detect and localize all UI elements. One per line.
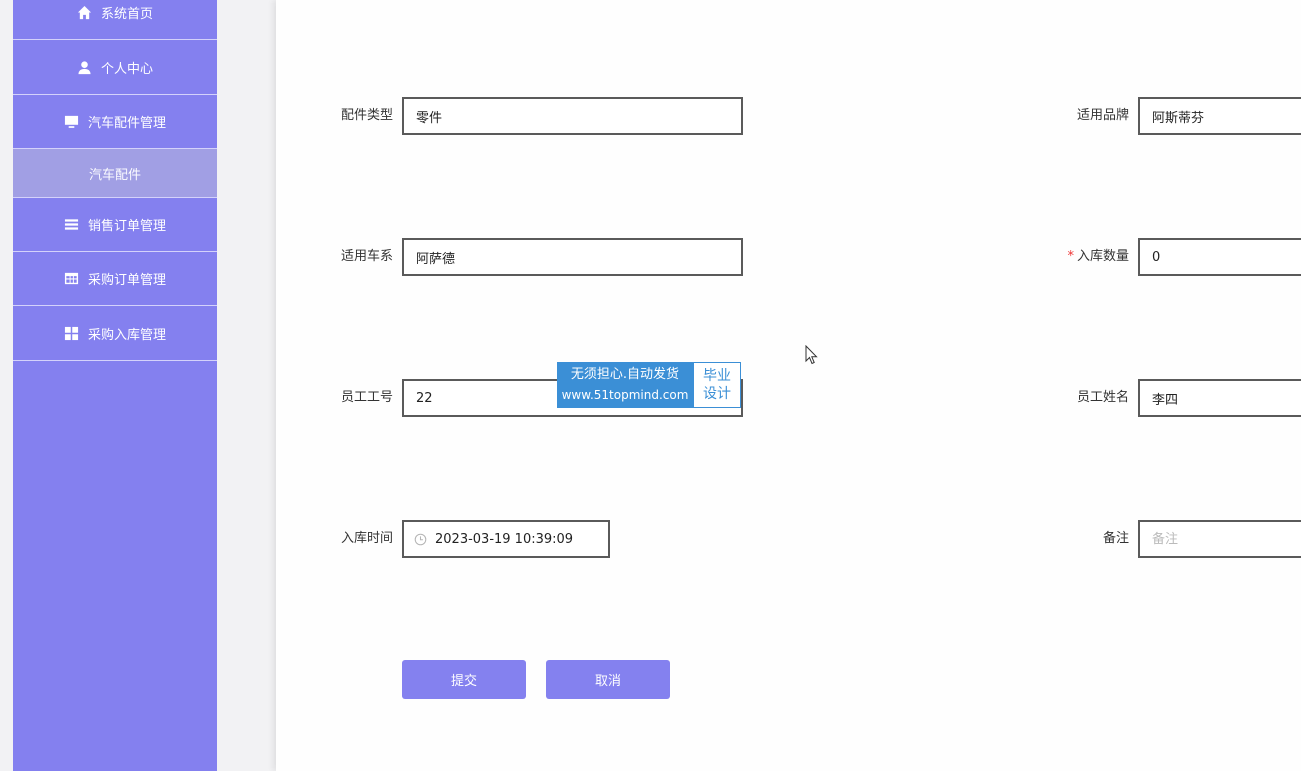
- grid-icon: [64, 326, 79, 341]
- remark-input[interactable]: [1138, 520, 1301, 558]
- sidebar-item-label: 个人中心: [100, 62, 153, 77]
- clock-icon: [414, 533, 427, 545]
- brand-label: 适用品牌: [1076, 108, 1129, 123]
- stock-time-value: 2023-03-19 10:39:09: [435, 531, 574, 547]
- stock-time-picker[interactable]: 2023-03-19 10:39:09: [402, 520, 610, 558]
- quantity-label-text: 入库数量: [1076, 249, 1129, 264]
- watermark-line2: www.51topmind.com: [561, 388, 689, 402]
- sidebar-item-profile[interactable]: 个人中心: [13, 41, 217, 95]
- employee-name-input[interactable]: [1138, 379, 1301, 417]
- stock-time-label: 入库时间: [340, 531, 393, 546]
- home-icon: [77, 5, 92, 20]
- list-icon: [64, 219, 79, 230]
- watermark-logo: 毕业 设计: [693, 362, 741, 408]
- quantity-input[interactable]: [1138, 238, 1301, 276]
- user-icon: [78, 61, 91, 75]
- sidebar-item-label: 汽车配件管理: [87, 116, 166, 131]
- sidebar-item-label: 采购入库管理: [87, 328, 166, 343]
- required-mark: *: [1067, 249, 1074, 264]
- sidebar-item-purchase-stock[interactable]: 采购入库管理: [13, 307, 217, 361]
- watermark-badge-line1: 毕业: [703, 368, 731, 384]
- series-label: 适用车系: [340, 249, 393, 264]
- watermark-badge: 无须担心.自动发货 www.51topmind.com 毕业 设计: [557, 362, 741, 408]
- sidebar-item-home[interactable]: 系统首页: [13, 0, 217, 40]
- watermark-text: 无须担心.自动发货 www.51topmind.com: [557, 362, 693, 408]
- sidebar-item-label: 采购订单管理: [87, 273, 166, 288]
- sidebar-item-label: 销售订单管理: [87, 219, 166, 234]
- submit-button[interactable]: 提交: [402, 660, 526, 699]
- table-icon: [64, 272, 79, 285]
- cancel-button[interactable]: 取消: [546, 660, 670, 699]
- series-input[interactable]: [402, 238, 743, 276]
- employee-no-label: 员工工号: [340, 390, 393, 405]
- remark-label: 备注: [1102, 531, 1129, 546]
- sidebar-item-purchase-orders[interactable]: 采购订单管理: [13, 252, 217, 306]
- sidebar: 系统首页 个人中心 汽车配件管理 汽车配件 销售订单管理 采购订单管理 采购入库…: [13, 0, 217, 771]
- watermark-line1: 无须担心.自动发货: [570, 367, 680, 382]
- brand-input[interactable]: [1138, 97, 1301, 135]
- employee-name-label: 员工姓名: [1076, 390, 1129, 405]
- sidebar-subitem-parts[interactable]: 汽车配件: [13, 149, 217, 198]
- sidebar-item-parts-management[interactable]: 汽车配件管理: [13, 95, 217, 149]
- mouse-cursor-icon: [805, 345, 818, 365]
- watermark-badge-line2: 设计: [703, 386, 731, 402]
- part-type-input[interactable]: [402, 97, 743, 135]
- monitor-icon: [64, 115, 79, 128]
- sidebar-item-sales-orders[interactable]: 销售订单管理: [13, 198, 217, 252]
- part-type-label: 配件类型: [340, 108, 393, 123]
- quantity-label: * 入库数量: [1039, 238, 1129, 276]
- sidebar-item-label: 系统首页: [100, 7, 153, 22]
- sidebar-item-label: 汽车配件: [88, 167, 141, 183]
